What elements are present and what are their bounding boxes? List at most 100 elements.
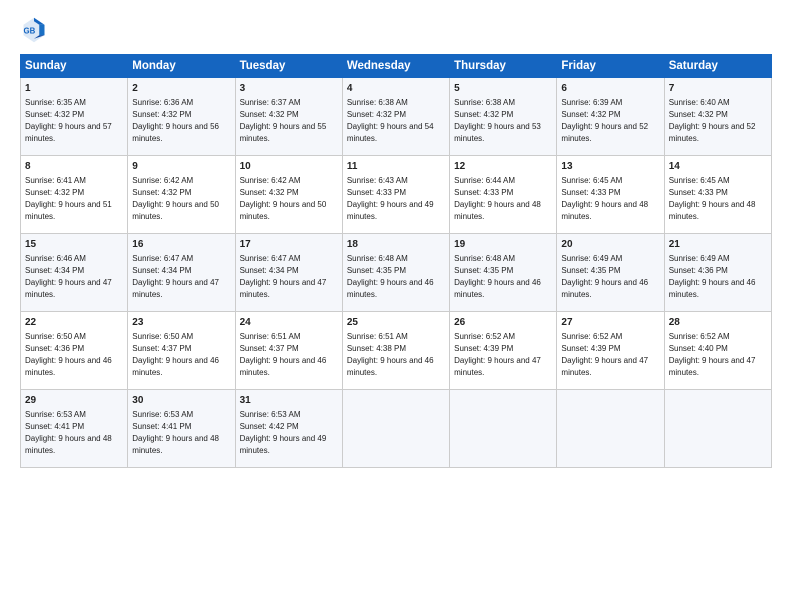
col-header-friday: Friday — [557, 55, 664, 78]
day-number: 27 — [561, 316, 659, 330]
day-info: Sunrise: 6:53 AMSunset: 4:41 PMDaylight:… — [132, 410, 219, 455]
day-info: Sunrise: 6:39 AMSunset: 4:32 PMDaylight:… — [561, 98, 648, 143]
day-info: Sunrise: 6:40 AMSunset: 4:32 PMDaylight:… — [669, 98, 756, 143]
col-header-saturday: Saturday — [664, 55, 771, 78]
day-cell: 5 Sunrise: 6:38 AMSunset: 4:32 PMDaylight… — [450, 78, 557, 156]
day-info: Sunrise: 6:42 AMSunset: 4:32 PMDaylight:… — [240, 176, 327, 221]
day-number: 7 — [669, 82, 767, 96]
day-number: 15 — [25, 238, 123, 252]
day-number: 31 — [240, 394, 338, 408]
day-info: Sunrise: 6:48 AMSunset: 4:35 PMDaylight:… — [347, 254, 434, 299]
day-number: 20 — [561, 238, 659, 252]
day-number: 23 — [132, 316, 230, 330]
day-number: 12 — [454, 160, 552, 174]
day-cell: 10 Sunrise: 6:42 AMSunset: 4:32 PMDayligh… — [235, 156, 342, 234]
day-number: 9 — [132, 160, 230, 174]
day-cell: 2Sunrise: 6:36 AMSunset: 4:32 PMDaylight… — [128, 78, 235, 156]
day-cell: 9 Sunrise: 6:42 AMSunset: 4:32 PMDaylight… — [128, 156, 235, 234]
col-header-thursday: Thursday — [450, 55, 557, 78]
day-info: Sunrise: 6:44 AMSunset: 4:33 PMDaylight:… — [454, 176, 541, 221]
day-number: 24 — [240, 316, 338, 330]
day-cell: 7 Sunrise: 6:40 AMSunset: 4:32 PMDaylight… — [664, 78, 771, 156]
day-number: 10 — [240, 160, 338, 174]
logo-icon: GB — [20, 16, 48, 44]
day-cell: 27 Sunrise: 6:52 AMSunset: 4:39 PMDayligh… — [557, 312, 664, 390]
day-info: Sunrise: 6:42 AMSunset: 4:32 PMDaylight:… — [132, 176, 219, 221]
day-number: 18 — [347, 238, 445, 252]
col-header-sunday: Sunday — [21, 55, 128, 78]
day-cell: 12 Sunrise: 6:44 AMSunset: 4:33 PMDayligh… — [450, 156, 557, 234]
day-cell: 18 Sunrise: 6:48 AMSunset: 4:35 PMDayligh… — [342, 234, 449, 312]
day-cell: 30 Sunrise: 6:53 AMSunset: 4:41 PMDayligh… — [128, 390, 235, 468]
day-cell: 26Sunrise: 6:52 AMSunset: 4:39 PMDayligh… — [450, 312, 557, 390]
day-cell — [557, 390, 664, 468]
day-cell: 22 Sunrise: 6:50 AMSunset: 4:36 PMDayligh… — [21, 312, 128, 390]
day-info: Sunrise: 6:43 AMSunset: 4:33 PMDaylight:… — [347, 176, 434, 221]
day-cell: 13Sunrise: 6:45 AMSunset: 4:33 PMDayligh… — [557, 156, 664, 234]
day-number: 3 — [240, 82, 338, 96]
day-info: Sunrise: 6:36 AMSunset: 4:32 PMDaylight:… — [132, 98, 219, 143]
day-number: 13 — [561, 160, 659, 174]
week-row-2: 8 Sunrise: 6:41 AMSunset: 4:32 PMDaylight… — [21, 156, 772, 234]
day-number: 25 — [347, 316, 445, 330]
day-number: 16 — [132, 238, 230, 252]
day-cell — [664, 390, 771, 468]
day-number: 28 — [669, 316, 767, 330]
day-number: 29 — [25, 394, 123, 408]
day-info: Sunrise: 6:37 AMSunset: 4:32 PMDaylight:… — [240, 98, 327, 143]
day-cell: 4 Sunrise: 6:38 AMSunset: 4:32 PMDaylight… — [342, 78, 449, 156]
week-row-1: 1 Sunrise: 6:35 AMSunset: 4:32 PMDaylight… — [21, 78, 772, 156]
day-info: Sunrise: 6:45 AMSunset: 4:33 PMDaylight:… — [669, 176, 756, 221]
day-number: 4 — [347, 82, 445, 96]
col-header-tuesday: Tuesday — [235, 55, 342, 78]
day-number: 30 — [132, 394, 230, 408]
day-number: 26 — [454, 316, 552, 330]
calendar-table: SundayMondayTuesdayWednesdayThursdayFrid… — [20, 54, 772, 468]
day-number: 1 — [25, 82, 123, 96]
day-cell: 29Sunrise: 6:53 AMSunset: 4:41 PMDayligh… — [21, 390, 128, 468]
col-header-wednesday: Wednesday — [342, 55, 449, 78]
day-cell: 24 Sunrise: 6:51 AMSunset: 4:37 PMDayligh… — [235, 312, 342, 390]
day-cell: 15 Sunrise: 6:46 AMSunset: 4:34 PMDayligh… — [21, 234, 128, 312]
day-cell: 19 Sunrise: 6:48 AMSunset: 4:35 PMDayligh… — [450, 234, 557, 312]
day-info: Sunrise: 6:38 AMSunset: 4:32 PMDaylight:… — [347, 98, 434, 143]
day-info: Sunrise: 6:50 AMSunset: 4:36 PMDaylight:… — [25, 332, 112, 377]
day-info: Sunrise: 6:48 AMSunset: 4:35 PMDaylight:… — [454, 254, 541, 299]
day-cell: 20Sunrise: 6:49 AMSunset: 4:35 PMDayligh… — [557, 234, 664, 312]
day-number: 5 — [454, 82, 552, 96]
day-number: 22 — [25, 316, 123, 330]
day-cell — [450, 390, 557, 468]
day-cell: 11Sunrise: 6:43 AMSunset: 4:33 PMDayligh… — [342, 156, 449, 234]
header: GB — [20, 16, 772, 44]
day-cell: 14 Sunrise: 6:45 AMSunset: 4:33 PMDayligh… — [664, 156, 771, 234]
day-cell: 28Sunrise: 6:52 AMSunset: 4:40 PMDayligh… — [664, 312, 771, 390]
day-info: Sunrise: 6:46 AMSunset: 4:34 PMDaylight:… — [25, 254, 112, 299]
week-row-5: 29 Sunrise: 6:53 AMSunset: 4:41 PMDayligh… — [21, 390, 772, 468]
logo: GB — [20, 16, 52, 44]
day-number: 6 — [561, 82, 659, 96]
day-cell: 21 Sunrise: 6:49 AMSunset: 4:36 PMDayligh… — [664, 234, 771, 312]
svg-text:GB: GB — [24, 27, 36, 36]
day-info: Sunrise: 6:41 AMSunset: 4:32 PMDaylight:… — [25, 176, 112, 221]
day-cell: 8 Sunrise: 6:41 AMSunset: 4:32 PMDaylight… — [21, 156, 128, 234]
day-info: Sunrise: 6:50 AMSunset: 4:37 PMDaylight:… — [132, 332, 219, 377]
day-info: Sunrise: 6:35 AMSunset: 4:32 PMDaylight:… — [25, 98, 112, 143]
day-info: Sunrise: 6:38 AMSunset: 4:32 PMDaylight:… — [454, 98, 541, 143]
day-cell: 17Sunrise: 6:47 AMSunset: 4:34 PMDayligh… — [235, 234, 342, 312]
day-info: Sunrise: 6:47 AMSunset: 4:34 PMDaylight:… — [240, 254, 327, 299]
day-number: 21 — [669, 238, 767, 252]
day-cell: 16 Sunrise: 6:47 AMSunset: 4:34 PMDayligh… — [128, 234, 235, 312]
day-cell: 6 Sunrise: 6:39 AMSunset: 4:32 PMDaylight… — [557, 78, 664, 156]
day-number: 8 — [25, 160, 123, 174]
day-info: Sunrise: 6:51 AMSunset: 4:37 PMDaylight:… — [240, 332, 327, 377]
day-cell — [342, 390, 449, 468]
week-row-4: 22 Sunrise: 6:50 AMSunset: 4:36 PMDayligh… — [21, 312, 772, 390]
day-cell: 31Sunrise: 6:53 AMSunset: 4:42 PMDayligh… — [235, 390, 342, 468]
day-number: 14 — [669, 160, 767, 174]
day-info: Sunrise: 6:47 AMSunset: 4:34 PMDaylight:… — [132, 254, 219, 299]
day-info: Sunrise: 6:52 AMSunset: 4:39 PMDaylight:… — [561, 332, 648, 377]
day-cell: 25Sunrise: 6:51 AMSunset: 4:38 PMDayligh… — [342, 312, 449, 390]
day-info: Sunrise: 6:49 AMSunset: 4:36 PMDaylight:… — [669, 254, 756, 299]
day-cell: 3 Sunrise: 6:37 AMSunset: 4:32 PMDaylight… — [235, 78, 342, 156]
day-number: 19 — [454, 238, 552, 252]
